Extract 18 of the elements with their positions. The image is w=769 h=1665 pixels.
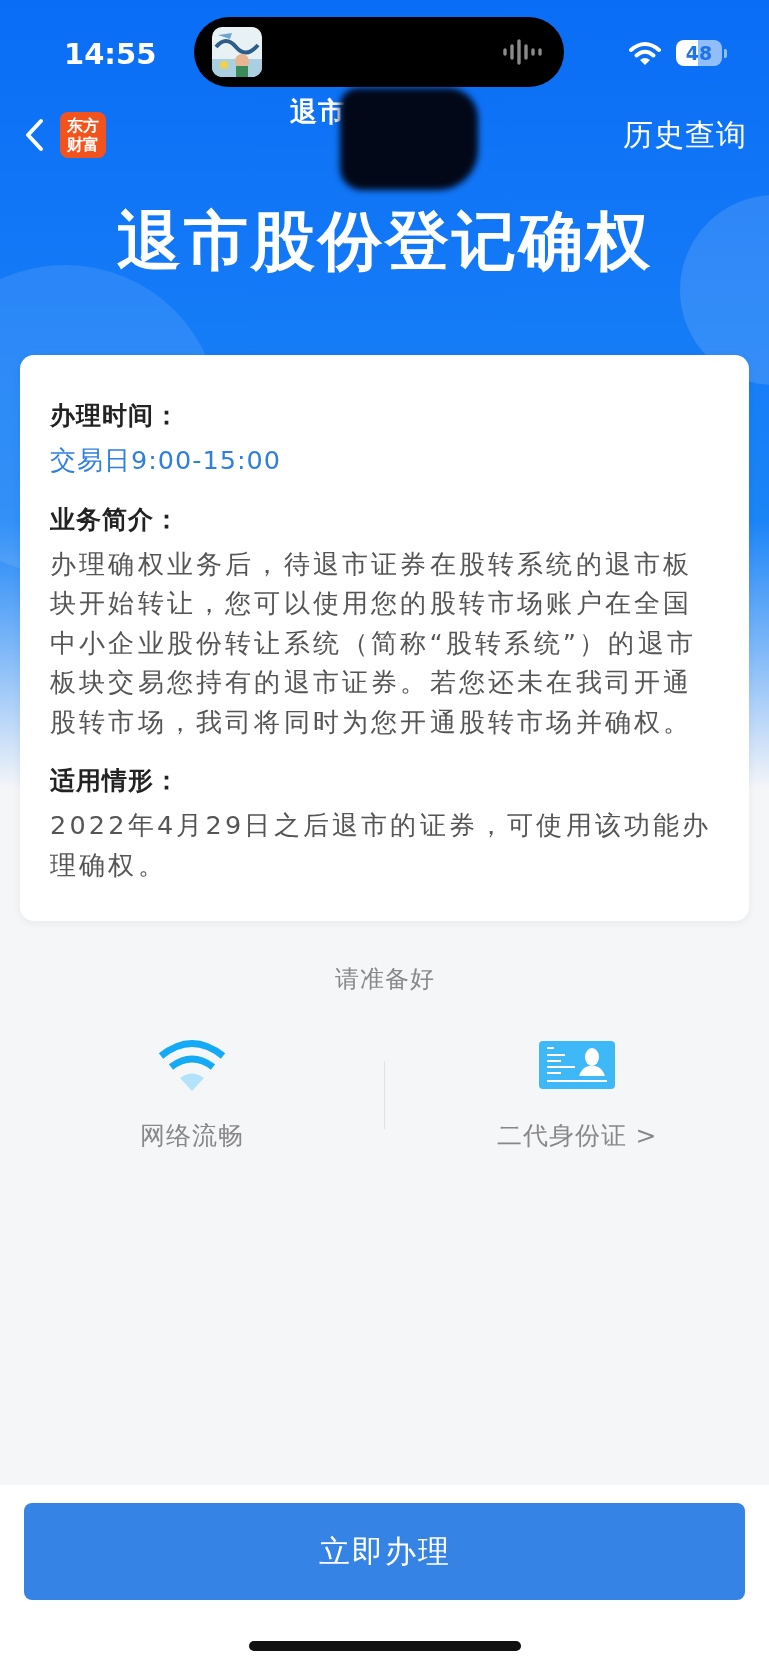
history-query-link[interactable]: 历史查询 [623, 114, 747, 156]
section-heading: 适用情形： [50, 765, 181, 797]
id-card-link[interactable]: 二代身份证 > [496, 1119, 658, 1152]
hours-text: 交易日9:00-15:00 [50, 444, 282, 477]
back-chevron-icon [24, 118, 44, 152]
app-logo: 东方 财富 [60, 112, 106, 158]
section-heading: 办理时间： [50, 400, 181, 432]
requirement-label: 网络流畅 [140, 1120, 244, 1152]
section-heading: 业务简介： [50, 503, 181, 536]
prepare-heading: 请准备好 [333, 964, 436, 995]
hero-title: 退市股份登记确权 [115, 203, 654, 280]
apply-now-button[interactable]: 立即办理 [24, 1503, 745, 1600]
status-time: 14:55 [64, 37, 158, 71]
wifi-signal-icon [628, 40, 662, 66]
description-text: 办理确权业务后，待退市证券在股转系统的退市板块开始转让，您可以使用您的股转市场账户在全国中小企业股份转让系统（简称“股转系统”）的退市板块交易您持有的退市证券。若您还未在我司开通股转市场，我司将同时为您开通股转市场并确权。 [50, 547, 698, 739]
description-text: 2022年4月29日之后退市的证券，可使用该功能办理确权。 [50, 809, 713, 882]
wifi-icon [158, 1039, 226, 1091]
id-card-icon [539, 1041, 615, 1089]
